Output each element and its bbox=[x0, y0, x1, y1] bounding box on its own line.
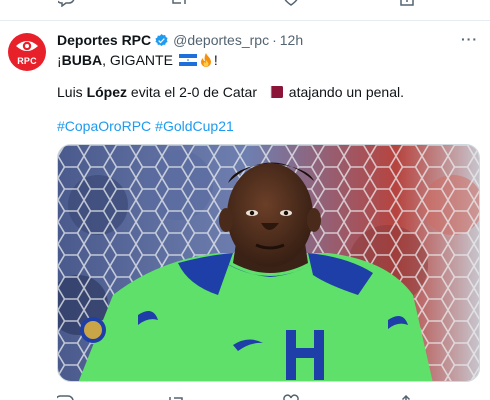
text: atajando un penal. bbox=[284, 84, 404, 100]
bold-text: BUBA bbox=[61, 52, 103, 68]
tweet-actions bbox=[57, 393, 480, 400]
hashtag-link[interactable]: #GoldCup21 bbox=[155, 118, 234, 134]
text: , GIGANTE bbox=[102, 52, 177, 68]
avatar[interactable]: RPC bbox=[8, 33, 46, 71]
display-name[interactable]: Deportes RPC bbox=[57, 32, 151, 48]
timestamp[interactable]: 12h bbox=[280, 32, 303, 48]
share-icon[interactable] bbox=[398, 0, 416, 7]
text: ! bbox=[213, 52, 218, 68]
tweet-text-line-2: Luis López evita el 2-0 de Catar atajand… bbox=[57, 84, 404, 100]
fire-emoji bbox=[200, 53, 211, 67]
like-icon[interactable] bbox=[282, 393, 300, 400]
more-options-button[interactable]: ··· bbox=[461, 31, 478, 47]
retweet-icon[interactable] bbox=[170, 0, 188, 7]
tweet-header: Deportes RPC @deportes_rpc · 12h bbox=[57, 31, 303, 49]
reply-icon[interactable] bbox=[57, 393, 75, 400]
tweet-photo[interactable] bbox=[57, 144, 480, 382]
tweet-text-line-1: ¡ BUBA , GIGANTE ! bbox=[57, 52, 218, 68]
share-icon[interactable] bbox=[397, 393, 415, 400]
bold-text: López bbox=[86, 84, 128, 100]
rpc-logo-icon bbox=[16, 41, 38, 51]
like-icon[interactable] bbox=[282, 0, 300, 7]
honduras-flag-emoji bbox=[178, 54, 197, 66]
text: Luis bbox=[57, 84, 87, 100]
tweet[interactable]: RPC Deportes RPC @deportes_rpc · 12h ···… bbox=[0, 20, 490, 400]
qatar-flag-emoji bbox=[266, 86, 283, 98]
separator: · bbox=[272, 32, 277, 48]
verified-badge-icon bbox=[155, 33, 168, 46]
hashtag-link[interactable]: #CopaOroRPC bbox=[57, 118, 151, 134]
hashtags: #CopaOroRPC #GoldCup21 bbox=[57, 118, 234, 134]
previous-tweet-actions bbox=[0, 0, 490, 11]
reply-icon[interactable] bbox=[58, 0, 76, 7]
avatar-label: RPC bbox=[17, 56, 37, 66]
goalkeeper-photo bbox=[58, 145, 479, 381]
text: evita el 2-0 de Catar bbox=[127, 84, 261, 100]
handle[interactable]: @deportes_rpc bbox=[173, 32, 269, 48]
retweet-icon[interactable] bbox=[167, 393, 185, 400]
